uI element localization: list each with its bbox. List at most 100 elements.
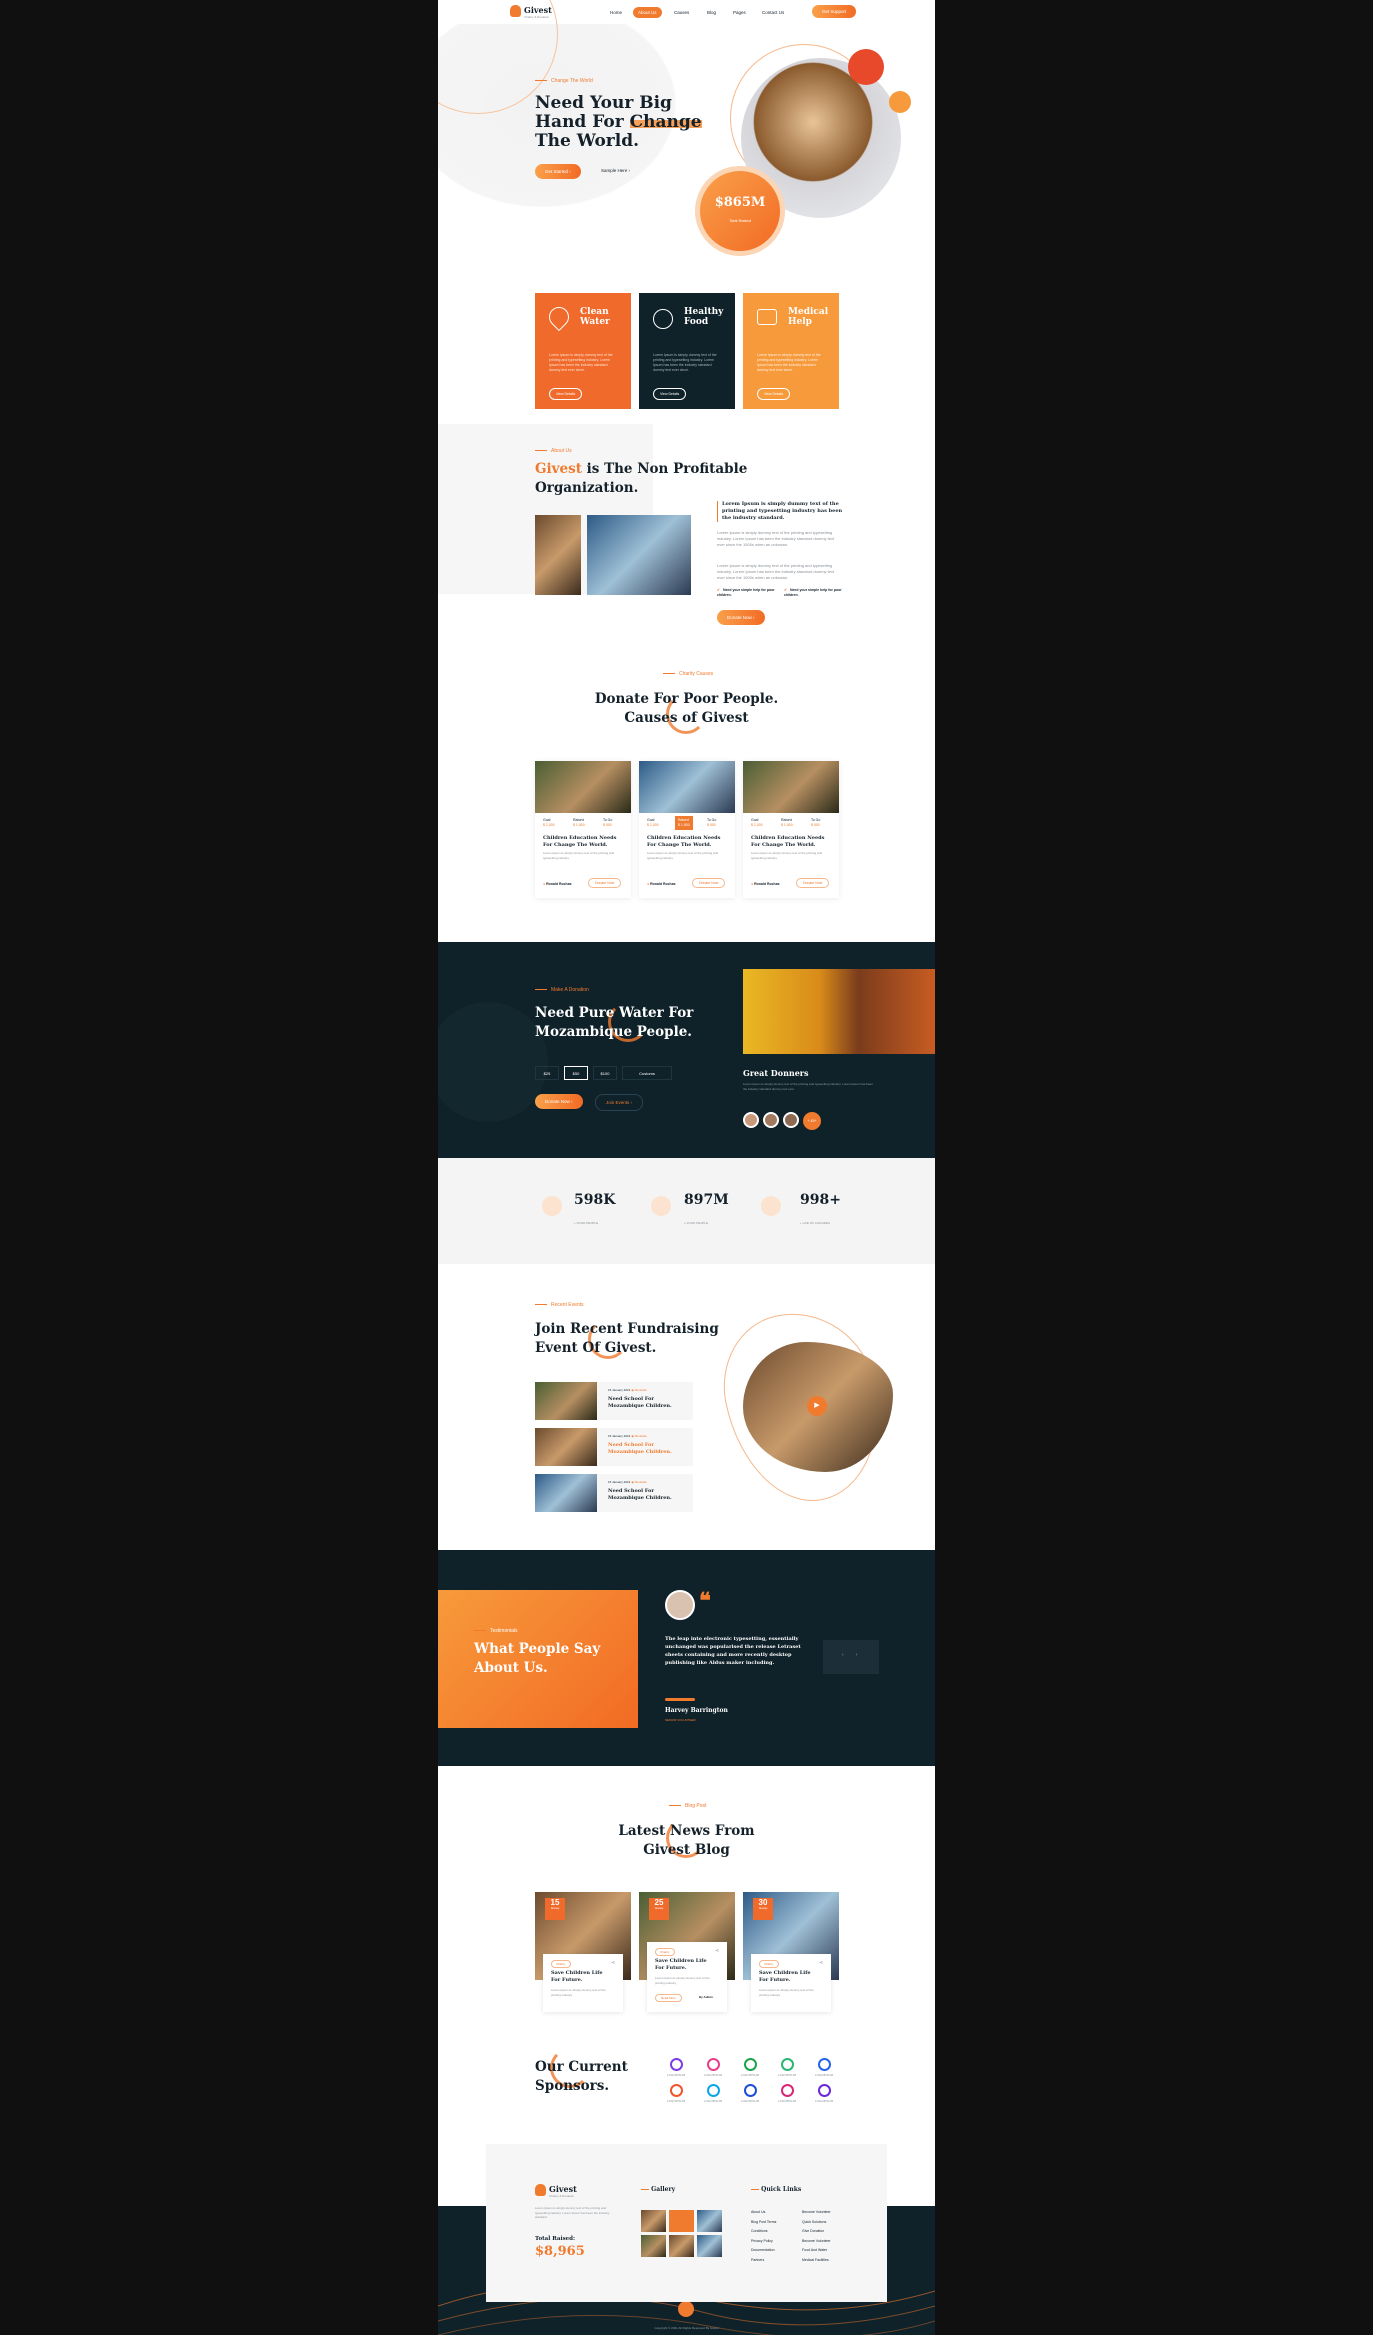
event-title-line1: Need School For xyxy=(608,1488,655,1494)
gallery-thumb[interactable] xyxy=(641,2210,666,2232)
event-item-active[interactable]: 15 January 2021 ◉ Mountain Need School F… xyxy=(535,1428,693,1466)
footer-link[interactable]: Become Volunteer xyxy=(802,2237,831,2247)
cause-goal-value: $ 2,000 xyxy=(543,823,555,827)
view-details-button[interactable]: View Details xyxy=(549,388,583,400)
amount-option[interactable]: $25 xyxy=(535,1066,559,1080)
cause-donate-button[interactable]: Donate Now xyxy=(796,878,830,888)
about-title: Givest is The Non Profitable Organizatio… xyxy=(535,460,747,498)
event-item[interactable]: 15 January 2021 ◉ Mountain Need School F… xyxy=(535,1382,693,1420)
blog-card-title[interactable]: Save Children Life For Future. xyxy=(551,1970,603,1984)
service-card-water[interactable]: Clean Water Lorem Ipsum is simply dummy t… xyxy=(535,293,631,409)
sponsor-logo-text: LOGOIPSUM xyxy=(703,2099,723,2103)
play-video-icon[interactable]: ▶ xyxy=(807,1396,827,1416)
about-donate-button[interactable]: Donate Now › xyxy=(717,610,765,625)
view-details-button[interactable]: View Details xyxy=(757,388,791,400)
blog-read-more-button[interactable]: Read More xyxy=(655,1994,682,2002)
sponsor-logo-icon[interactable] xyxy=(744,2058,757,2071)
gallery-thumb[interactable] xyxy=(669,2210,694,2232)
footer-logo-icon[interactable] xyxy=(535,2184,546,2196)
cause-donate-button[interactable]: Donate Now xyxy=(692,878,726,888)
nav-blog[interactable]: Blog xyxy=(707,10,716,15)
gallery-thumb[interactable] xyxy=(697,2210,722,2232)
donors-more-badge[interactable]: + 45+ xyxy=(803,1112,821,1130)
footer-link[interactable]: Give Donation xyxy=(802,2227,831,2237)
nav-home[interactable]: Home xyxy=(610,10,622,15)
nav-about[interactable]: About Us xyxy=(633,7,662,18)
service-card-food[interactable]: Healthy Food Lorem Ipsum is simply dummy … xyxy=(639,293,735,409)
blog-card-title[interactable]: Save Children Life For Future. xyxy=(655,1958,707,1972)
nav-contact[interactable]: Contact Us xyxy=(762,10,784,15)
event-title[interactable]: Need School For Mozambique Children. xyxy=(608,1442,672,1456)
testimonial-quote: The leap into electronic typesetting, es… xyxy=(665,1636,801,1666)
blog-card-title[interactable]: Save Children Life For Future. xyxy=(759,1970,811,1984)
about-title-line2: Organization. xyxy=(535,480,639,496)
sponsor-logo-icon[interactable] xyxy=(781,2084,794,2097)
gallery-thumb[interactable] xyxy=(697,2235,722,2257)
cause-title[interactable]: Children Education Needs For Change The W… xyxy=(647,835,721,849)
event-title[interactable]: Need School For Mozambique Children. xyxy=(608,1488,672,1502)
event-title[interactable]: Need School For Mozambique Children. xyxy=(608,1396,672,1410)
sample-here-link[interactable]: Sample Here › xyxy=(601,168,630,173)
get-support-button[interactable]: Get Support xyxy=(812,5,857,18)
sponsor-logo-icon[interactable] xyxy=(670,2084,683,2097)
sponsor-logo-icon[interactable] xyxy=(818,2058,831,2071)
service-card-medical[interactable]: Medical Help Lorem Ipsum is simply dummy … xyxy=(743,293,839,409)
amount-option-selected[interactable]: $50 xyxy=(564,1066,588,1080)
footer-link[interactable]: Partners xyxy=(751,2256,776,2266)
nav-causes[interactable]: Causes xyxy=(674,10,689,15)
blog-tag[interactable]: Charity xyxy=(655,1948,675,1956)
sponsor-logo-icon[interactable] xyxy=(707,2058,720,2071)
sponsor-logo-icon[interactable] xyxy=(818,2084,831,2097)
quick-links-col2: Become Volunteer Quick Solutions Give Dona… xyxy=(802,2208,831,2265)
slider-prev-icon[interactable]: ‹› xyxy=(823,1640,879,1674)
footer-link[interactable]: Become Volunteer xyxy=(802,2208,831,2218)
blog-card[interactable]: 30 January Charity ⋖ Save Children Life Fo… xyxy=(743,1892,839,2016)
donor-avatar[interactable] xyxy=(763,1112,779,1128)
gallery-thumb[interactable] xyxy=(641,2235,666,2257)
water-donate-button[interactable]: Donate Now › xyxy=(535,1094,583,1109)
events-subtitle: Recent Events xyxy=(535,1302,584,1308)
footer-brand-name[interactable]: Givest xyxy=(549,2184,577,2194)
footer-link[interactable]: Blog Post Terms xyxy=(751,2218,776,2228)
sponsor-logo-icon[interactable] xyxy=(744,2084,757,2097)
cause-title[interactable]: Children Education Needs For Change The W… xyxy=(751,835,825,849)
footer-link[interactable]: Conditions xyxy=(751,2227,776,2237)
amount-custom-input[interactable]: Customs xyxy=(622,1066,672,1080)
cause-card[interactable]: Goal $ 2,000 Raised $ 1,500 To Go $ 500 Chi… xyxy=(535,761,631,898)
blog-card[interactable]: 25 January Charity ⋖ Save Children Life Fo… xyxy=(639,1892,735,2016)
footer-link[interactable]: Documentation xyxy=(751,2246,776,2256)
water-title-line1: Need Pure Water For xyxy=(535,1005,694,1021)
donor-avatar[interactable] xyxy=(743,1112,759,1128)
cause-title[interactable]: Children Education Needs For Change The W… xyxy=(543,835,617,849)
cause-card[interactable]: Goal $ 2,000 Raised $ 1,500 To Go $ 500 Chi… xyxy=(639,761,735,898)
testimonial-title-line1: What People Say xyxy=(474,1641,601,1657)
join-events-button[interactable]: Join Events › xyxy=(595,1094,644,1111)
share-icon[interactable]: ⋖ xyxy=(611,1960,615,1966)
cause-card[interactable]: Goal $ 2,000 Raised $ 1,500 To Go $ 500 Chi… xyxy=(743,761,839,898)
footer-link[interactable]: Privacy Policy xyxy=(751,2237,776,2247)
hero-title-line2a: Hand For xyxy=(535,112,630,132)
sponsor-logo-icon[interactable] xyxy=(781,2058,794,2071)
donor-avatar[interactable] xyxy=(783,1112,799,1128)
footer-link[interactable]: Medical Facilities xyxy=(802,2256,831,2266)
scroll-top-button[interactable] xyxy=(678,2301,694,2317)
blog-tag[interactable]: Charity xyxy=(759,1960,779,1968)
nav-pages[interactable]: Pages xyxy=(733,10,746,15)
cause-to-go: To Go $ 500 xyxy=(707,818,716,828)
blog-tag[interactable]: Charity xyxy=(551,1960,571,1968)
cause-donate-button[interactable]: Donate Now xyxy=(588,878,622,888)
blog-card[interactable]: 15 January Charity ⋖ Save Children Life Fo… xyxy=(535,1892,631,2016)
view-details-button[interactable]: View Details xyxy=(653,388,687,400)
footer-link[interactable]: Quick Solutions xyxy=(802,2218,831,2228)
get-started-button[interactable]: Get Started › xyxy=(535,164,581,179)
hero-subtitle: Change The World xyxy=(535,78,593,84)
event-item[interactable]: 15 January 2021 ◉ Mountain Need School F… xyxy=(535,1474,693,1512)
gallery-thumb[interactable] xyxy=(669,2235,694,2257)
amount-option[interactable]: $100 xyxy=(593,1066,617,1080)
sponsor-logo-icon[interactable] xyxy=(670,2058,683,2071)
sponsor-logo-icon[interactable] xyxy=(707,2084,720,2097)
footer-link[interactable]: About Us xyxy=(751,2208,776,2218)
share-icon[interactable]: ⋖ xyxy=(715,1948,719,1954)
share-icon[interactable]: ⋖ xyxy=(819,1960,823,1966)
footer-link[interactable]: Food And Water xyxy=(802,2246,831,2256)
